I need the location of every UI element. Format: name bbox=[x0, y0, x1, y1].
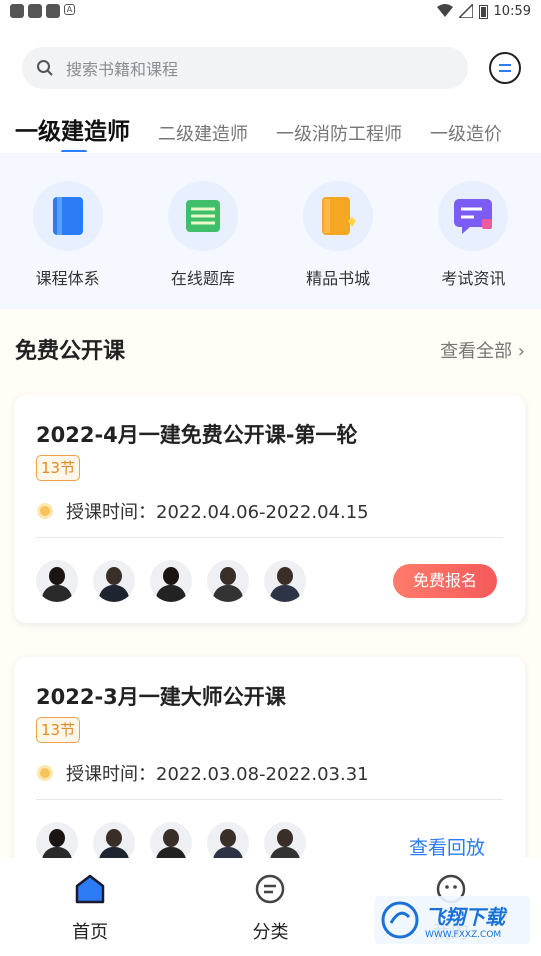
book-icon bbox=[52, 197, 83, 235]
avatar bbox=[207, 560, 249, 602]
divider bbox=[36, 799, 503, 800]
message-icon bbox=[499, 64, 511, 72]
view-all-link[interactable]: 查看全部 › bbox=[440, 337, 525, 363]
avatar bbox=[36, 560, 78, 602]
teacher-avatars bbox=[36, 560, 306, 602]
category-icon bbox=[256, 874, 285, 904]
search-row: 搜索书籍和课程 bbox=[22, 47, 522, 89]
quick-link-label: 考试资讯 bbox=[441, 269, 506, 288]
app-notification-icon bbox=[28, 4, 42, 18]
nav-category[interactable]: 分类 bbox=[180, 858, 360, 956]
course-time: 授课时间：2022.04.06-2022.04.15 bbox=[66, 502, 369, 523]
lesson-count-badge: 13节 bbox=[36, 455, 81, 481]
free-courses-section: 免费公开课 查看全部 › 2022-4月一建免费公开课-第一轮 13节 授课时间… bbox=[0, 309, 541, 897]
status-bar: A 10:59 bbox=[0, 0, 541, 22]
battery-icon bbox=[478, 4, 488, 19]
search-input[interactable]: 搜索书籍和课程 bbox=[22, 47, 468, 89]
enroll-button[interactable]: 免费报名 bbox=[393, 564, 497, 598]
quick-link-course[interactable]: 课程体系 bbox=[13, 181, 123, 309]
course-time: 授课时间：2022.03.08-2022.03.31 bbox=[66, 764, 369, 785]
section-title: 免费公开课 bbox=[15, 339, 126, 364]
wifi-icon bbox=[436, 4, 453, 17]
tab-yijian[interactable]: 一级建造师 bbox=[15, 112, 130, 152]
message-button[interactable] bbox=[489, 52, 521, 84]
nav-label: 分类 bbox=[252, 922, 289, 943]
news-icon bbox=[454, 199, 493, 234]
replay-button[interactable]: 查看回放 bbox=[409, 833, 485, 860]
watermark-sub: WWW.FXXZ.COM bbox=[425, 929, 502, 940]
clock-icon bbox=[37, 765, 53, 781]
quick-link-label: 在线题库 bbox=[170, 269, 235, 288]
clock-icon bbox=[37, 503, 53, 519]
app-notification-icon bbox=[46, 4, 60, 18]
course-title: 2022-4月一建免费公开课-第一轮 bbox=[36, 423, 358, 447]
quick-link-question-bank[interactable]: 在线题库 bbox=[148, 181, 258, 309]
avatar bbox=[150, 560, 192, 602]
exam-tabs: 一级建造师 二级建造师 一级消防工程师 一级造价 bbox=[0, 112, 541, 152]
watermark-logo-icon bbox=[381, 901, 419, 939]
quick-link-label: 课程体系 bbox=[35, 269, 100, 288]
search-icon bbox=[37, 60, 53, 76]
no-signal-icon bbox=[458, 4, 473, 18]
divider bbox=[36, 537, 503, 538]
watermark-text: 飞翔下载 bbox=[425, 904, 505, 929]
course-card[interactable]: 2022-4月一建免费公开课-第一轮 13节 授课时间：2022.04.06-2… bbox=[14, 395, 525, 623]
notification-icons: A bbox=[10, 4, 75, 18]
quick-links: 课程体系 在线题库 精品书城 考试资讯 bbox=[0, 153, 541, 309]
nav-label: 首页 bbox=[72, 922, 109, 943]
quick-link-news[interactable]: 考试资讯 bbox=[418, 181, 528, 309]
tab-zaojia[interactable]: 一级造价 bbox=[430, 120, 502, 152]
app-notification-icon bbox=[10, 4, 24, 18]
tab-xiaofang[interactable]: 一级消防工程师 bbox=[276, 120, 402, 152]
watermark: 飞翔下载 WWW.FXXZ.COM bbox=[375, 896, 530, 944]
course-title: 2022-3月一建大师公开课 bbox=[36, 685, 286, 709]
keyboard-indicator-icon: A bbox=[64, 4, 75, 15]
quick-link-bookstore[interactable]: 精品书城 bbox=[283, 181, 393, 309]
avatar bbox=[93, 560, 135, 602]
nav-home[interactable]: 首页 bbox=[0, 858, 180, 956]
home-icon bbox=[75, 874, 105, 904]
avatar bbox=[264, 560, 306, 602]
clock: 10:59 bbox=[493, 3, 531, 19]
lesson-count-badge: 13节 bbox=[36, 717, 81, 743]
bookstore-icon bbox=[322, 197, 357, 235]
search-placeholder: 搜索书籍和课程 bbox=[66, 60, 179, 79]
question-bank-icon bbox=[185, 200, 220, 232]
tab-erjian[interactable]: 二级建造师 bbox=[158, 120, 248, 152]
quick-link-label: 精品书城 bbox=[306, 269, 371, 288]
